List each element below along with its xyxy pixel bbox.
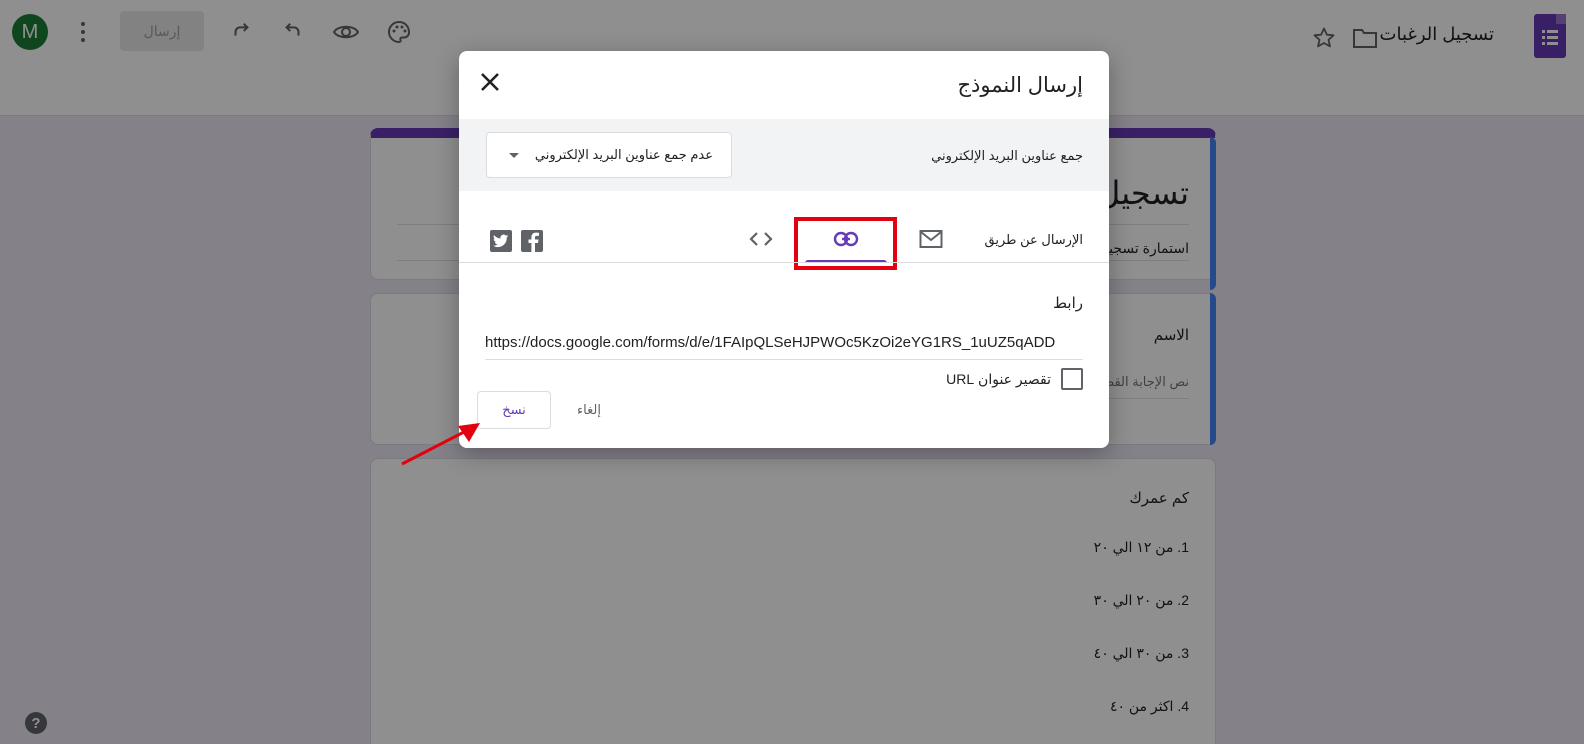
dialog-title: إرسال النموذج (957, 74, 1083, 97)
collect-emails-section: جمع عناوين البريد الإلكتروني عدم جمع عنا… (459, 119, 1109, 191)
divider (459, 262, 1109, 263)
annotation-arrow (401, 423, 480, 466)
shorten-url-checkbox[interactable] (1061, 368, 1083, 390)
tab-email[interactable] (911, 219, 951, 263)
send-form-dialog: إرسال النموذج جمع عناوين البريد الإلكترو… (459, 51, 1109, 448)
shorten-url-option[interactable]: تقصير عنوان URL (946, 368, 1083, 390)
collect-emails-label: جمع عناوين البريد الإلكتروني (931, 148, 1083, 163)
shorten-url-label: تقصير عنوان URL (946, 370, 1051, 387)
link-label: رابط (1053, 295, 1083, 312)
close-icon[interactable] (479, 71, 501, 93)
cancel-button[interactable]: إلغاء (567, 391, 611, 429)
tab-embed[interactable] (745, 219, 777, 263)
email-icon (919, 229, 943, 254)
facebook-icon[interactable] (521, 230, 543, 252)
embed-code-icon (749, 231, 773, 252)
dropdown-value: عدم جمع عناوين البريد الإلكتروني (534, 147, 713, 162)
link-url-field[interactable]: https://docs.google.com/forms/d/e/1FAIpQ… (485, 334, 1083, 360)
send-via-label: الإرسال عن طريق (984, 232, 1083, 247)
collect-emails-dropdown[interactable]: عدم جمع عناوين البريد الإلكتروني (486, 132, 732, 178)
twitter-icon[interactable] (490, 230, 512, 252)
chevron-down-icon (509, 153, 519, 158)
copy-button[interactable]: نسخ (477, 391, 551, 429)
